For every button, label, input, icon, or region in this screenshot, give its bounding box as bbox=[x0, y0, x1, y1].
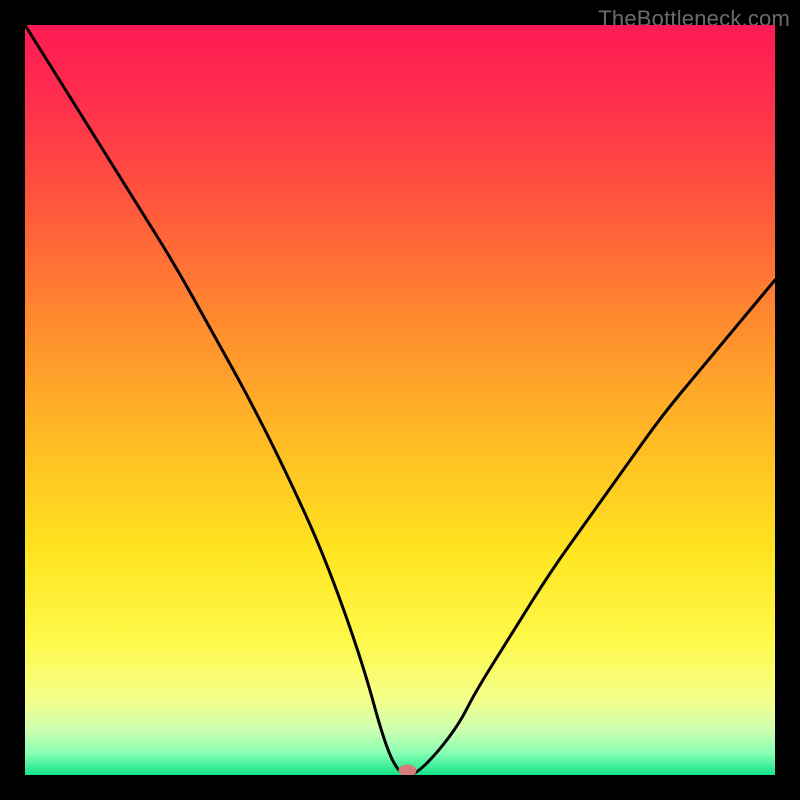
plot-area bbox=[25, 25, 775, 775]
chart-frame: TheBottleneck.com bbox=[0, 0, 800, 800]
chart-svg bbox=[25, 25, 775, 775]
gradient-background bbox=[25, 25, 775, 775]
